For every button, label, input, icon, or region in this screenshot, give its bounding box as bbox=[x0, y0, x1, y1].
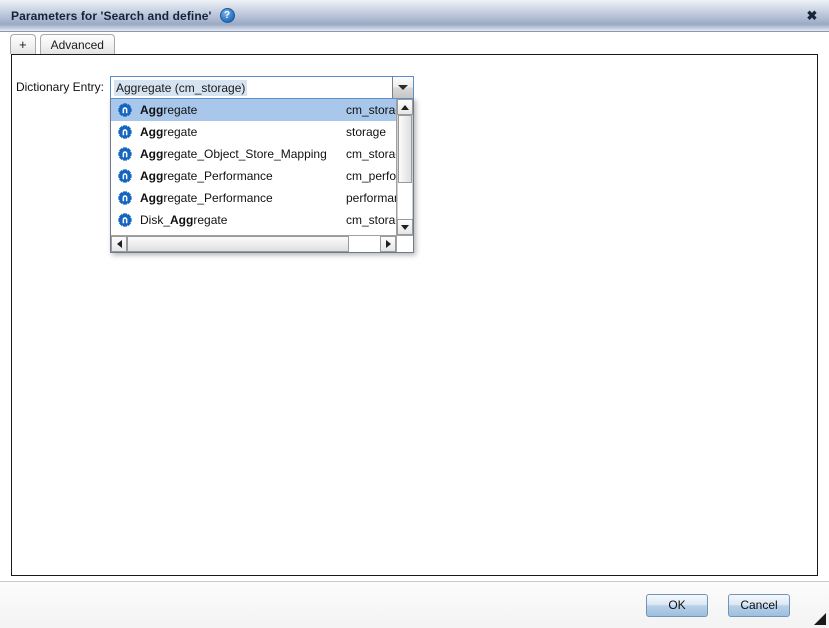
horizontal-scroll-thumb[interactable] bbox=[127, 236, 349, 252]
list-item-namespace: storage bbox=[346, 125, 387, 139]
dictionary-entry-combo-area: Aggregate (cm_storage) Aggregate cm_stor… bbox=[110, 76, 414, 253]
dictionary-entry-combobox[interactable]: Aggregate (cm_storage) bbox=[110, 76, 414, 99]
list-item[interactable]: Aggregate cm_storage bbox=[111, 99, 396, 121]
list-item[interactable]: Aggregate_Object_Store_Mapping cm_storag… bbox=[111, 143, 396, 165]
cancel-button[interactable]: Cancel bbox=[728, 593, 790, 617]
dropdown-options[interactable]: Aggregate cm_storage bbox=[111, 99, 396, 235]
list-item[interactable]: Aggregate_Performance cm_performance bbox=[111, 165, 396, 187]
tab-advanced[interactable]: Advanced bbox=[39, 34, 115, 54]
panel-wrapper: Dictionary Entry: Aggregate (cm_storage) bbox=[0, 54, 829, 581]
list-item[interactable]: Aggregate_Performance performance bbox=[111, 187, 396, 209]
parameters-dialog: Parameters for 'Search and define' ? ✖ +… bbox=[0, 0, 829, 628]
list-item-namespace: cm_storage bbox=[346, 213, 396, 227]
list-item-label: Aggregate_Performance bbox=[140, 169, 273, 183]
dictionary-entry-icon bbox=[118, 125, 132, 139]
tab-advanced-label: Advanced bbox=[50, 37, 104, 52]
vertical-scroll-thumb[interactable] bbox=[398, 115, 412, 183]
tab-add-label: + bbox=[19, 37, 27, 52]
list-item[interactable]: Disk_Aggregate cm_storage bbox=[111, 209, 396, 231]
list-item-namespace: cm_storage bbox=[346, 147, 396, 161]
list-item[interactable]: Aggregate storage bbox=[111, 121, 396, 143]
list-item-label: Aggregate bbox=[140, 103, 198, 117]
dictionary-entry-icon bbox=[118, 213, 132, 227]
dictionary-entry-label: Dictionary Entry: bbox=[15, 80, 104, 94]
tab-strip: + Advanced bbox=[0, 32, 829, 54]
tab-add[interactable]: + bbox=[10, 34, 36, 54]
dictionary-entry-dropdown-button[interactable] bbox=[392, 77, 413, 98]
dictionary-entry-row: Dictionary Entry: Aggregate (cm_storage) bbox=[12, 76, 414, 253]
help-icon[interactable]: ? bbox=[219, 8, 235, 23]
cancel-button-label: Cancel bbox=[740, 598, 778, 612]
list-item-namespace: cm_performance bbox=[346, 169, 396, 183]
dictionary-entry-input[interactable]: Aggregate (cm_storage) bbox=[111, 77, 392, 98]
list-item-namespace: performance bbox=[346, 191, 396, 205]
dictionary-entry-icon bbox=[118, 147, 132, 161]
horizontal-scroll-track[interactable] bbox=[127, 236, 380, 252]
dialog-title: Parameters for 'Search and define' bbox=[11, 8, 212, 23]
parameters-panel: Dictionary Entry: Aggregate (cm_storage) bbox=[11, 54, 818, 576]
chevron-down-icon bbox=[398, 85, 408, 90]
ok-button-label: OK bbox=[668, 598, 686, 612]
ok-button[interactable]: OK bbox=[646, 593, 708, 617]
dropdown-vertical-scrollbar[interactable] bbox=[396, 99, 413, 235]
dictionary-entry-dropdown-list[interactable]: Aggregate cm_storage bbox=[110, 98, 414, 253]
dictionary-entry-icon bbox=[118, 103, 132, 117]
dropdown-body: Aggregate cm_storage bbox=[111, 99, 413, 235]
scrollbar-corner bbox=[396, 236, 413, 252]
dialog-titlebar[interactable]: Parameters for 'Search and define' ? ✖ bbox=[0, 0, 829, 32]
list-item-label: Aggregate_Performance bbox=[140, 191, 273, 205]
scroll-up-icon[interactable] bbox=[397, 99, 413, 115]
scroll-down-icon[interactable] bbox=[397, 219, 413, 235]
list-item-label: Aggregate bbox=[140, 125, 198, 139]
list-item-namespace: cm_storage bbox=[346, 103, 396, 117]
list-item-label: Aggregate_Object_Store_Mapping bbox=[140, 147, 327, 161]
list-item-label: Disk_Aggregate bbox=[140, 213, 228, 227]
dropdown-horizontal-scrollbar[interactable] bbox=[111, 235, 413, 252]
scroll-right-icon[interactable] bbox=[380, 236, 396, 252]
dictionary-entry-icon bbox=[118, 191, 132, 205]
resize-grip-icon[interactable] bbox=[813, 612, 826, 625]
close-icon[interactable]: ✖ bbox=[795, 0, 829, 31]
scroll-left-icon[interactable] bbox=[111, 236, 127, 252]
dialog-footer: OK Cancel bbox=[0, 581, 829, 628]
dictionary-entry-icon bbox=[118, 169, 132, 183]
vertical-scroll-track[interactable] bbox=[397, 115, 413, 219]
dictionary-entry-value: Aggregate (cm_storage) bbox=[114, 79, 248, 96]
